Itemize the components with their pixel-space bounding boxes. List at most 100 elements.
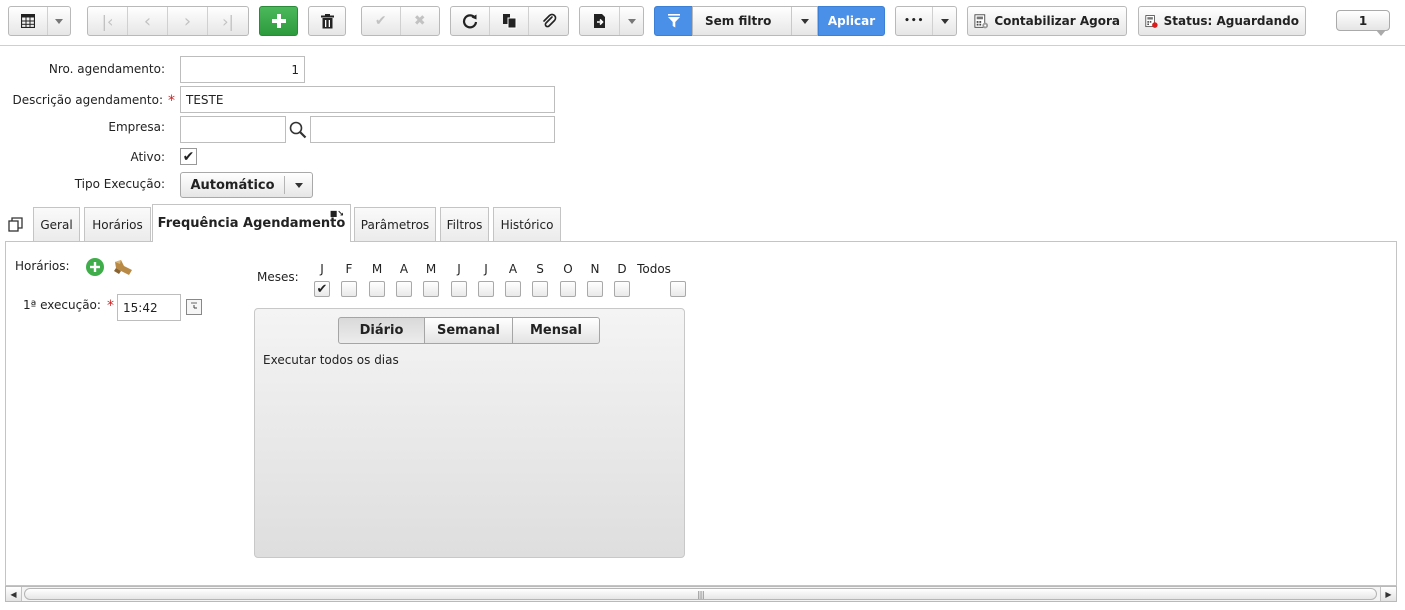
refresh-button[interactable] [451, 7, 490, 35]
status-button[interactable]: Status: Aguardando [1138, 6, 1306, 36]
detach-tabs-button[interactable] [8, 217, 24, 233]
required-marker: * [107, 298, 114, 314]
close-icon: ✖ [413, 13, 426, 29]
month-label: J [320, 262, 324, 276]
month-checkbox[interactable] [341, 281, 357, 297]
attach-button[interactable] [529, 7, 568, 35]
export-button[interactable] [580, 7, 621, 35]
more-actions-button[interactable]: ••• [896, 7, 934, 35]
scroll-thumb[interactable]: |||| [24, 588, 1377, 600]
month-checkbox[interactable] [396, 281, 412, 297]
mode-semanal-button[interactable]: Semanal [424, 317, 513, 344]
copy-icon [502, 14, 516, 29]
tab-parametros-label: Parâmetros [360, 217, 430, 232]
record-navigation: |‹ ‹ › ›| [87, 6, 249, 36]
ativo-checkbox[interactable]: ✔ [180, 148, 197, 165]
mode-mensal-label: Mensal [530, 323, 582, 338]
filter-button[interactable] [654, 6, 693, 36]
maximize-icon[interactable]: ■↘ [330, 210, 344, 218]
grid-view-button[interactable] [9, 7, 49, 35]
month-checkbox[interactable] [451, 281, 467, 297]
next-record-button[interactable]: › [168, 7, 208, 35]
month-checkbox[interactable] [670, 281, 686, 297]
month-label: A [399, 262, 409, 276]
month-checkbox[interactable] [532, 281, 548, 297]
last-record-button[interactable]: ›| [208, 7, 248, 35]
apply-filter-label: Aplicar [827, 14, 876, 28]
tab-frequencia-agendamento[interactable]: Frequência Agendamento ■↘ [152, 204, 351, 242]
clear-horarios-button[interactable] [112, 258, 134, 278]
add-circle-icon [90, 262, 100, 272]
month-checkbox[interactable] [369, 281, 385, 297]
primeira-execucao-field[interactable]: 15:42 [117, 294, 181, 321]
tipo-execucao-select[interactable]: Automático [180, 172, 313, 198]
search-icon [289, 121, 307, 139]
confirm-button[interactable]: ✔ [362, 7, 401, 35]
toolbar: |‹ ‹ › ›| ✔ ✖ Sem filtro Aplicar ••• Con… [0, 0, 1405, 46]
previous-record-button[interactable]: ‹ [128, 7, 168, 35]
meses-label: Meses: [257, 270, 299, 284]
clock-icon [191, 302, 197, 309]
empresa-name-field[interactable] [310, 116, 555, 143]
next-icon: › [183, 10, 192, 32]
month-checkbox[interactable] [587, 281, 603, 297]
apply-filter-button[interactable]: Aplicar [818, 6, 885, 36]
more-actions-group: ••• [895, 6, 957, 36]
time-picker-button[interactable] [186, 299, 202, 315]
delete-button[interactable] [308, 6, 346, 36]
filter-select[interactable]: Sem filtro [692, 6, 818, 36]
scroll-right-button[interactable]: ▶ [1380, 587, 1396, 601]
month-checkbox[interactable]: ✔ [314, 281, 330, 297]
mode-mensal-button[interactable]: Mensal [512, 317, 600, 344]
primeira-execucao-label: 1ª execução: [23, 298, 101, 312]
tipo-execucao-label: Tipo Execução: [74, 177, 165, 191]
empresa-search-button[interactable] [287, 119, 309, 141]
month-checkbox[interactable] [505, 281, 521, 297]
last-icon: ›| [222, 11, 234, 31]
filter-select-arrow[interactable] [791, 7, 817, 35]
horizontal-scrollbar[interactable]: ◀ |||| ▶ [5, 586, 1397, 602]
month-label: O [563, 262, 573, 276]
export-dropdown[interactable] [620, 7, 643, 35]
mode-diario-button[interactable]: Diário [338, 317, 425, 344]
scroll-left-button[interactable]: ◀ [6, 587, 22, 601]
month-checkbox[interactable] [614, 281, 630, 297]
empresa-code-field[interactable] [180, 116, 286, 143]
add-horario-button[interactable] [86, 258, 104, 276]
more-actions-dropdown[interactable] [933, 7, 956, 35]
descricao-agendamento-value: TESTE [186, 92, 224, 107]
filter-select-value: Sem filtro [705, 14, 772, 28]
tab-filtros[interactable]: Filtros [440, 207, 489, 241]
record-counter-value: 1 [1358, 13, 1368, 28]
chevron-down-icon [627, 18, 636, 24]
arrow-right-icon: ▶ [1385, 589, 1392, 599]
tipo-execucao-arrow[interactable] [284, 176, 312, 194]
month-checkbox[interactable] [478, 281, 494, 297]
month-checkbox[interactable] [560, 281, 576, 297]
duplicate-button[interactable] [490, 7, 530, 35]
check-icon: ✔ [182, 148, 195, 165]
export-group [579, 6, 644, 36]
view-mode-dropdown[interactable] [48, 7, 70, 35]
tab-historico[interactable]: Histórico [493, 207, 561, 241]
month-label: M [425, 262, 437, 276]
nro-agendamento-field[interactable]: 1 [180, 56, 305, 83]
filter-icon [667, 14, 680, 28]
month-label: M [371, 262, 383, 276]
tab-horarios-label: Horários [92, 217, 143, 232]
tab-geral[interactable]: Geral [33, 207, 80, 241]
first-record-button[interactable]: |‹ [88, 7, 128, 35]
empresa-label: Empresa: [108, 120, 165, 134]
first-icon: |‹ [101, 11, 114, 31]
nro-agendamento-label: Nro. agendamento: [48, 62, 165, 76]
add-button[interactable] [259, 6, 298, 36]
contabilizar-agora-label: Contabilizar Agora [994, 14, 1120, 28]
tab-horarios[interactable]: Horários [84, 207, 151, 241]
descricao-agendamento-field[interactable]: TESTE [180, 86, 555, 113]
cancel-button[interactable]: ✖ [401, 7, 440, 35]
tab-parametros[interactable]: Parâmetros [354, 207, 436, 241]
month-checkbox[interactable] [423, 281, 439, 297]
horarios-label: Horários: [15, 259, 70, 273]
contabilizar-agora-button[interactable]: Contabilizar Agora [967, 6, 1127, 36]
refresh-icon [462, 14, 477, 29]
